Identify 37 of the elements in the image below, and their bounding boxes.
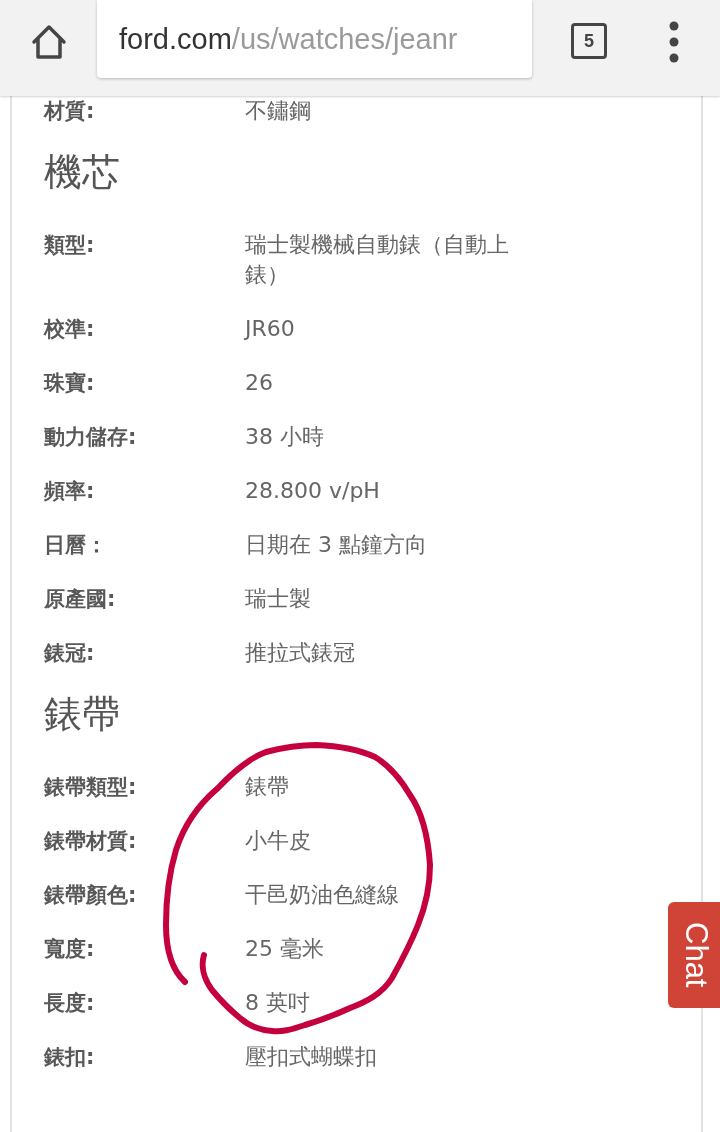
- spec-label: 錶帶顏色:: [44, 882, 138, 909]
- spec-value: 8 英吋: [245, 989, 311, 1017]
- spec-value: 日期在 3 點鐘方向: [245, 531, 428, 559]
- url-field[interactable]: ford.com/us/watches/jeanr: [97, 0, 532, 78]
- spec-value: 28.800 v/pH: [245, 477, 381, 505]
- home-icon[interactable]: [29, 24, 68, 60]
- spec-value: 壓扣式蝴蝶扣: [245, 1043, 378, 1071]
- spec-value: 干邑奶油色縫線: [245, 881, 400, 909]
- spec-label: 錶帶類型:: [44, 774, 138, 801]
- spec-label: 錶帶材質:: [44, 828, 138, 855]
- spec-value: 26: [245, 369, 274, 397]
- spec-label: 校準:: [44, 316, 96, 343]
- spec-label: 錶扣:: [44, 1044, 96, 1071]
- spec-value: 錶帶: [245, 773, 290, 801]
- spec-value: 38 小時: [245, 423, 325, 451]
- spec-label: 頻率:: [44, 478, 96, 505]
- spec-label: 類型:: [44, 232, 96, 259]
- spec-value: 瑞士製: [245, 585, 312, 613]
- spec-value: 25 毫米: [245, 935, 325, 963]
- spec-value: 瑞士製機械自動錶（自動上錶）: [245, 231, 510, 289]
- spec-value: 不鏽鋼: [245, 97, 312, 125]
- spec-label: 材質:: [44, 98, 96, 125]
- spec-label: 日曆：: [44, 532, 108, 559]
- spec-label: 錶冠:: [44, 640, 96, 667]
- menu-icon[interactable]: [669, 21, 679, 63]
- tab-switcher-button[interactable]: 5: [571, 23, 607, 59]
- spec-label: 長度:: [44, 990, 96, 1017]
- spec-value: 小牛皮: [245, 827, 312, 855]
- spec-value: JR60: [245, 315, 296, 343]
- chat-tab-button[interactable]: Chat: [668, 902, 720, 1008]
- section-heading: 機芯: [44, 150, 121, 194]
- spec-label: 珠寶:: [44, 370, 96, 397]
- spec-label: 動力儲存:: [44, 424, 138, 451]
- section-heading: 錶帶: [44, 692, 121, 736]
- spec-label: 原產國:: [44, 586, 117, 613]
- spec-value: 推拉式錶冠: [245, 639, 356, 667]
- spec-label: 寬度:: [44, 936, 96, 963]
